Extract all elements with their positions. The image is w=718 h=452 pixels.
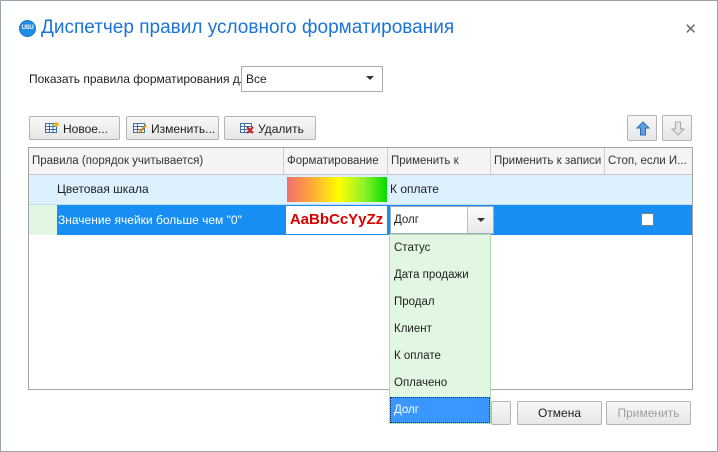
column-header-apply-to[interactable]: Применить к (388, 148, 491, 174)
apply-to-dropdown-list: Статус Дата продажи Продал Клиент К опла… (389, 234, 491, 424)
list-item-selected[interactable]: Долг (390, 397, 490, 423)
close-icon[interactable]: ✕ (684, 20, 697, 38)
format-sample: AaBbCcYyZz (286, 206, 387, 234)
list-item[interactable]: Дата продажи (390, 262, 490, 288)
row-indicator (29, 205, 57, 235)
rule-name: Цветовая шкала (57, 182, 149, 196)
table-row[interactable]: Цветовая шкала К оплате (29, 175, 692, 205)
app-logo-icon: USU (19, 20, 36, 37)
stop-if-true-checkbox[interactable] (641, 213, 654, 226)
title-bar: USU Диспетчер правил условного форматиро… (1, 1, 717, 55)
arrow-down-icon (671, 121, 685, 136)
list-item[interactable]: Продал (390, 289, 490, 315)
list-item[interactable]: Статус (390, 235, 490, 261)
delete-rule-button[interactable]: Удалить (224, 116, 316, 140)
chevron-down-icon[interactable] (467, 207, 493, 233)
delete-rule-label: Удалить (258, 122, 304, 136)
color-scale-preview (287, 177, 387, 202)
list-item[interactable]: Клиент (390, 316, 490, 342)
apply-to-value: К оплате (390, 182, 439, 196)
grid-header: Правила (порядок учитывается) Форматиров… (29, 148, 692, 175)
cancel-button[interactable]: Отмена (517, 401, 602, 425)
apply-to-combobox[interactable]: Долг (390, 206, 494, 234)
new-table-icon (45, 122, 59, 133)
move-up-button[interactable] (627, 115, 657, 141)
ok-button[interactable] (491, 401, 511, 425)
edit-table-icon (133, 123, 147, 134)
list-item[interactable]: Оплачено (390, 370, 490, 396)
new-rule-button[interactable]: Новое... (29, 116, 120, 140)
chevron-down-icon (366, 76, 374, 80)
table-row[interactable]: Значение ячейки больше чем "0" AaBbCcYyZ… (29, 205, 692, 235)
list-item[interactable]: К оплате (390, 343, 490, 369)
column-header-stop-if-true[interactable]: Стоп, если И... (605, 148, 692, 174)
column-header-apply-to-record[interactable]: Применить к записи (491, 148, 605, 174)
new-rule-label: Новое... (63, 122, 108, 136)
rule-name: Значение ячейки больше чем "0" (58, 213, 242, 227)
show-rules-value: Все (246, 72, 267, 86)
arrow-up-icon (636, 121, 650, 136)
rules-grid: Правила (порядок учитывается) Форматиров… (28, 147, 693, 390)
delete-table-icon (240, 123, 254, 134)
apply-button[interactable]: Применить (606, 401, 691, 425)
show-rules-dropdown[interactable]: Все (241, 66, 383, 92)
dialog-window: USU Диспетчер правил условного форматиро… (0, 0, 718, 452)
apply-to-value: Долг (394, 214, 419, 226)
show-rules-label: Показать правила форматирования для: (29, 72, 257, 86)
column-header-rules[interactable]: Правила (порядок учитывается) (29, 148, 284, 174)
window-title: Диспетчер правил условного форматировани… (41, 17, 455, 38)
edit-rule-button[interactable]: Изменить... (126, 116, 219, 140)
move-down-button[interactable] (662, 115, 692, 141)
edit-rule-label: Изменить... (151, 122, 216, 136)
column-header-format[interactable]: Форматирование (284, 148, 388, 174)
